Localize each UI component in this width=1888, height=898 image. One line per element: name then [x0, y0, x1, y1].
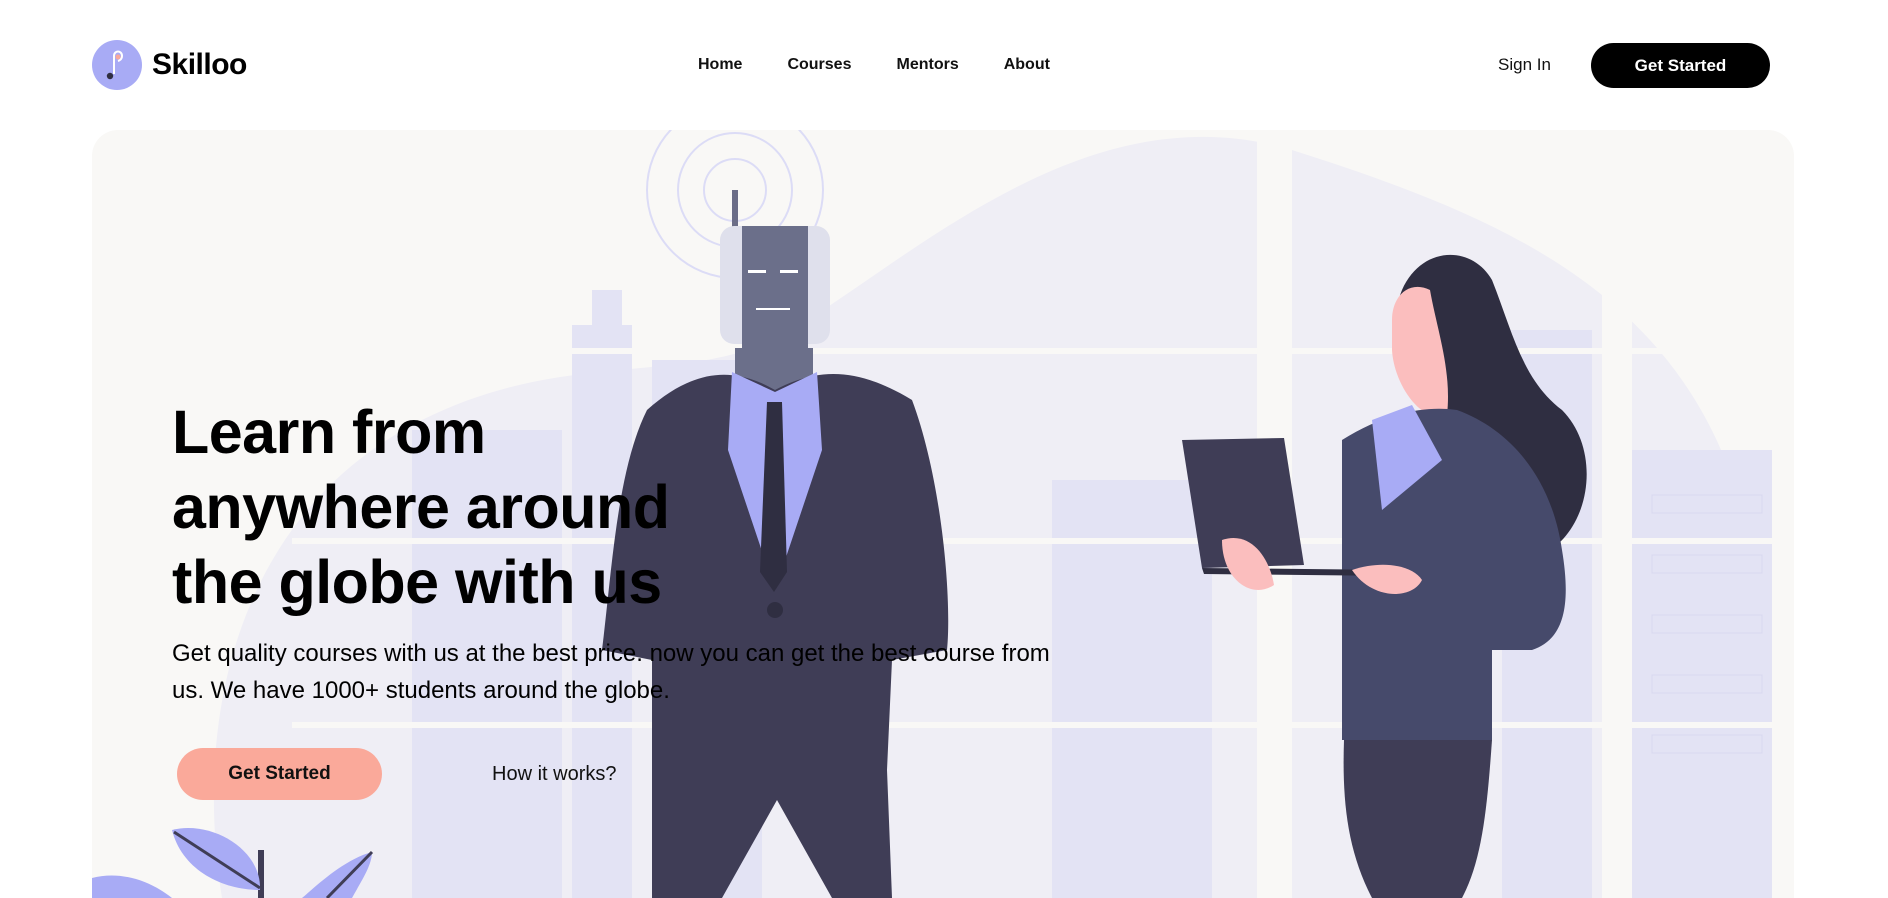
get-started-button-hero[interactable]: Get Started	[177, 748, 382, 800]
nav-link-courses[interactable]: Courses	[787, 56, 851, 74]
nav-link-mentors[interactable]: Mentors	[896, 56, 958, 74]
brand[interactable]: Skilloo	[92, 40, 247, 90]
main-menu: Home Courses Mentors About	[698, 56, 1095, 74]
hero-section: Learn from anywhere around the globe wit…	[92, 130, 1794, 898]
hero-actions: Get Started How it works?	[177, 748, 616, 800]
how-it-works-link[interactable]: How it works?	[492, 763, 616, 786]
top-navbar: Skilloo Home Courses Mentors About Sign …	[0, 0, 1888, 130]
hero-headline: Learn from anywhere around the globe wit…	[172, 398, 670, 616]
brand-name: Skilloo	[152, 48, 247, 81]
music-note-icon	[92, 40, 142, 90]
hero-subtext: Get quality courses with us at the best …	[172, 640, 1050, 704]
nav-link-about[interactable]: About	[1004, 56, 1050, 74]
hero-text-block: Learn from anywhere around the globe wit…	[172, 395, 1072, 709]
get-started-button-nav[interactable]: Get Started	[1591, 43, 1770, 88]
nav-link-home[interactable]: Home	[698, 56, 742, 74]
sign-in-link[interactable]: Sign In	[1498, 55, 1551, 75]
